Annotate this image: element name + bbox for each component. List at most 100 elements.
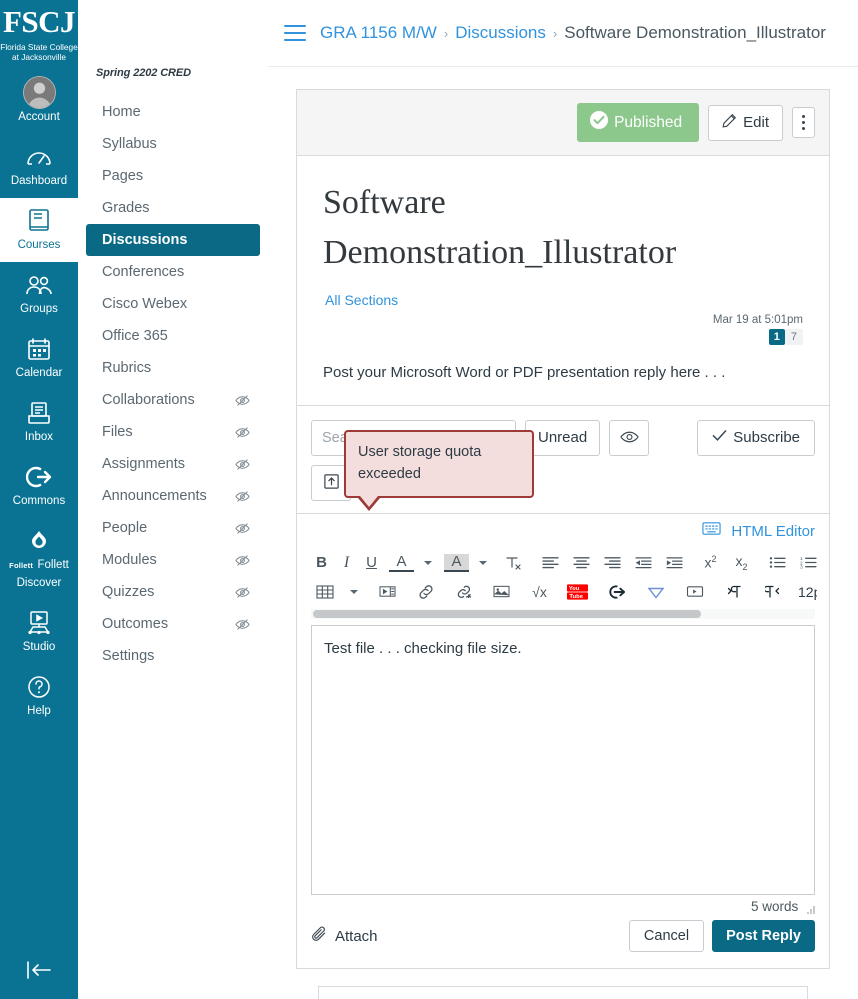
ltr-direction-button[interactable] <box>718 579 749 604</box>
bulleted-list-button[interactable] <box>762 550 793 575</box>
top-bar: GRA 1156 M/W › Discussions › Software De… <box>268 0 858 67</box>
editor-toolbar-row-1: B I U A A x2 x2 1 2 3 <box>309 548 817 577</box>
global-nav-label-commons: Commons <box>12 494 66 507</box>
attach-button[interactable]: Attach <box>311 926 378 947</box>
global-nav-item-commons[interactable]: Commons <box>0 454 78 518</box>
text-color-button[interactable]: A <box>389 554 414 572</box>
help-icon <box>2 673 76 701</box>
highlight-color-dropdown-button[interactable] <box>469 550 494 575</box>
keyboard-shortcuts-icon[interactable] <box>702 521 721 541</box>
indent-button[interactable] <box>659 550 690 575</box>
global-nav-item-follett-discover[interactable]: Follett Follett Discover <box>0 518 78 600</box>
course-nav-item-outcomes[interactable]: Outcomes <box>86 608 260 640</box>
course-nav-label-syllabus: Syllabus <box>102 136 157 152</box>
breadcrumb-item-discussions[interactable]: Discussions <box>455 23 546 43</box>
table-dropdown-button[interactable] <box>340 579 365 604</box>
canvas-app: FSCJ Florida State College at Jacksonvil… <box>0 0 858 999</box>
course-nav-item-modules[interactable]: Modules <box>86 544 260 576</box>
editor-resize-handle[interactable] <box>805 903 815 914</box>
bold-button[interactable]: B <box>309 550 334 575</box>
global-nav-item-inbox[interactable]: Inbox <box>0 390 78 454</box>
global-nav-item-dashboard[interactable]: Dashboard <box>0 134 78 198</box>
font-size-select[interactable]: 12pt <box>788 584 817 600</box>
youtube-button[interactable]: You Tube <box>562 579 593 604</box>
image-button[interactable] <box>486 579 517 604</box>
unread-filter-button[interactable]: Unread <box>525 420 601 456</box>
collapse-nav-icon <box>27 961 51 979</box>
post-reply-button[interactable]: Post Reply <box>712 920 815 952</box>
align-right-button[interactable] <box>597 550 628 575</box>
hamburger-menu-icon[interactable] <box>284 25 306 41</box>
course-nav-item-files[interactable]: Files <box>86 416 260 448</box>
numbered-list-button[interactable]: 123 <box>793 550 817 575</box>
more-options-button[interactable] <box>792 107 815 138</box>
link-button[interactable] <box>410 579 441 604</box>
media-button[interactable] <box>372 579 403 604</box>
course-nav-item-home[interactable]: Home <box>86 96 260 128</box>
page-title: Software Demonstration_Illustrator <box>323 184 677 271</box>
course-nav-item-quizzes[interactable]: Quizzes <box>86 576 260 608</box>
global-nav-item-calendar[interactable]: Calendar <box>0 326 78 390</box>
course-nav-item-collaborations[interactable]: Collaborations <box>86 384 260 416</box>
course-nav-item-syllabus[interactable]: Syllabus <box>86 128 260 160</box>
svg-text:3: 3 <box>800 565 803 569</box>
discussion-card: Published Edit Software Demonstration_Il… <box>296 89 830 969</box>
text-color-dropdown-button[interactable] <box>414 550 439 575</box>
breadcrumb-item-course[interactable]: GRA 1156 M/W <box>320 23 437 43</box>
hidden-from-students-icon <box>235 393 250 408</box>
rtl-direction-button[interactable] <box>757 579 788 604</box>
course-nav-item-assignments[interactable]: Assignments <box>86 448 260 480</box>
highlight-color-button[interactable]: A <box>444 553 469 572</box>
scrollbar-thumb[interactable] <box>313 610 702 618</box>
course-nav-label-modules: Modules <box>102 552 157 568</box>
html-editor-link[interactable]: HTML Editor <box>731 523 815 540</box>
edit-button[interactable]: Edit <box>708 104 783 141</box>
mark-all-read-button[interactable] <box>609 420 650 456</box>
record-video-button[interactable] <box>679 579 710 604</box>
entries-toolbar: Unread Subscribe <box>297 405 829 513</box>
editor-text-area[interactable]: Test file . . . checking file size. <box>311 625 815 895</box>
cancel-button[interactable]: Cancel <box>628 920 705 952</box>
course-nav-item-conferences[interactable]: Conferences <box>86 256 260 288</box>
subscript-button[interactable]: x2 <box>726 550 757 575</box>
global-nav-item-courses[interactable]: Courses <box>0 197 78 262</box>
course-nav-item-cisco-webex[interactable]: Cisco Webex <box>86 288 260 320</box>
hidden-from-students-icon <box>235 457 250 472</box>
global-nav-item-groups[interactable]: Groups <box>0 262 78 326</box>
embed-button[interactable] <box>601 579 632 604</box>
superscript-button[interactable]: x2 <box>695 550 726 575</box>
global-nav-label-help: Help <box>27 704 51 717</box>
hidden-from-students-icon <box>235 489 250 504</box>
course-nav-item-settings[interactable]: Settings <box>86 640 260 672</box>
global-nav-item-help[interactable]: Help <box>0 664 78 728</box>
outdent-button[interactable] <box>628 550 659 575</box>
align-left-button[interactable] <box>535 550 566 575</box>
course-nav-item-people[interactable]: People <box>86 512 260 544</box>
course-nav-item-rubrics[interactable]: Rubrics <box>86 352 260 384</box>
italic-button[interactable]: I <box>334 550 359 575</box>
table-button[interactable] <box>309 579 340 604</box>
course-nav-item-pages[interactable]: Pages <box>86 160 260 192</box>
course-nav-item-office-365[interactable]: Office 365 <box>86 320 260 352</box>
subscribe-button[interactable]: Subscribe <box>697 420 815 456</box>
dashboard-icon <box>2 143 76 171</box>
underline-button[interactable]: U <box>359 550 384 575</box>
toolbar-horizontal-scrollbar[interactable] <box>311 609 815 619</box>
math-equation-button[interactable]: √x <box>524 579 555 604</box>
unlink-button[interactable] <box>448 579 479 604</box>
course-nav-label-quizzes: Quizzes <box>102 584 155 600</box>
vimeo-button[interactable] <box>640 579 671 604</box>
published-button[interactable]: Published <box>577 103 700 142</box>
inbox-icon <box>2 399 76 427</box>
course-nav-item-grades[interactable]: Grades <box>86 192 260 224</box>
breadcrumb-separator: › <box>552 25 558 41</box>
course-nav-item-discussions[interactable]: Discussions <box>86 224 260 256</box>
institution-logo[interactable]: FSCJ Florida State College at Jacksonvil… <box>0 0 78 70</box>
collapse-nav-button[interactable] <box>0 960 78 999</box>
course-nav-item-announcements[interactable]: Announcements <box>86 480 260 512</box>
clear-formatting-button[interactable] <box>498 550 529 575</box>
attach-label: Attach <box>335 927 378 945</box>
global-nav-item-account[interactable]: Account <box>0 70 78 134</box>
align-center-button[interactable] <box>566 550 597 575</box>
global-nav-item-studio[interactable]: Studio <box>0 600 78 664</box>
